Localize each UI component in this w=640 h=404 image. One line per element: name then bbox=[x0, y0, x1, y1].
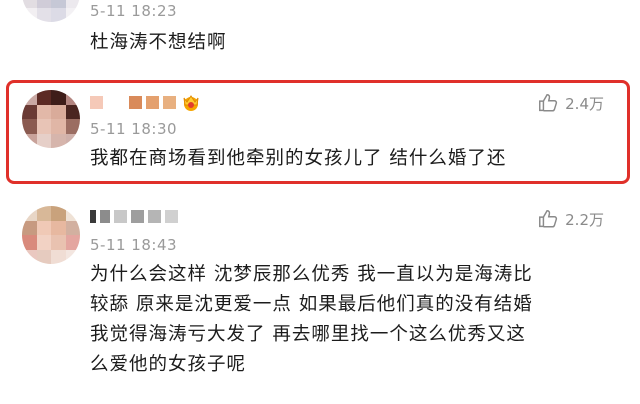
crown-badge-icon bbox=[180, 92, 202, 112]
comment-text-line: 我都在商场看到他牵别的女孩儿了 结什么婚了还 bbox=[90, 148, 507, 169]
comment-time: 5-11 18:23 bbox=[90, 2, 178, 20]
like-button[interactable]: 2.2万 bbox=[537, 208, 604, 230]
like-count: 2.2万 bbox=[565, 210, 604, 229]
comment-text-line: 杜海涛不想结啊 bbox=[90, 32, 227, 53]
comment-text-line: 我觉得海涛亏大发了 再去哪里找一个这么优秀又这 bbox=[90, 324, 526, 345]
username[interactable] bbox=[90, 210, 178, 223]
comment-text: 为什么会这样 沈梦辰那么优秀 我一直以为是海涛比 较舔 原来是沈更爱一点 如果最… bbox=[90, 260, 533, 380]
like-count: 2.4万 bbox=[565, 94, 604, 113]
comment-text: 我都在商场看到他牵别的女孩儿了 结什么婚了还 bbox=[90, 144, 506, 174]
comment-text-line: 较舔 原来是沈更爱一点 如果最后他们真的没有结婚 bbox=[90, 294, 533, 315]
thumbs-up-icon bbox=[539, 94, 558, 112]
comment-time: 5-11 18:43 bbox=[90, 236, 178, 254]
username[interactable] bbox=[90, 92, 202, 112]
like-button[interactable]: 2.4万 bbox=[537, 92, 604, 114]
avatar[interactable] bbox=[22, 0, 80, 22]
comment-text-line: 为什么会这样 沈梦辰那么优秀 我一直以为是海涛比 bbox=[90, 264, 533, 285]
comment-time: 5-11 18:30 bbox=[90, 120, 178, 138]
comment-text-line: 么爱他的女孩子呢 bbox=[90, 354, 247, 375]
thumbs-up-icon bbox=[539, 210, 558, 228]
avatar[interactable] bbox=[22, 90, 80, 148]
comment-text: 杜海涛不想结啊 bbox=[90, 28, 227, 58]
avatar[interactable] bbox=[22, 206, 80, 264]
